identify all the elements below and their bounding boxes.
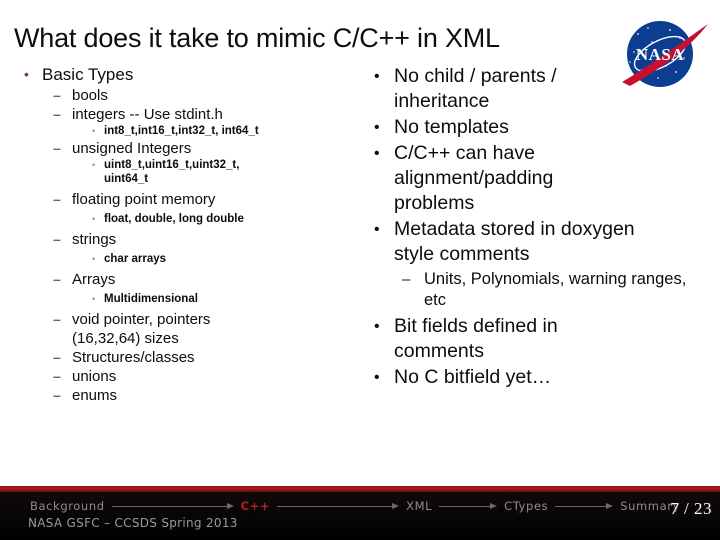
nav-arrow-icon bbox=[439, 501, 498, 511]
nav-arrow-icon bbox=[555, 501, 614, 511]
bullet-dash-icon: – bbox=[53, 271, 61, 287]
bullet-small-dot-icon: • bbox=[92, 214, 96, 224]
list-item: • Basic Types bbox=[10, 64, 350, 85]
bullet-dash-icon: – bbox=[402, 271, 411, 288]
bullet-dot-icon: • bbox=[374, 68, 380, 85]
svg-text:NASA: NASA bbox=[636, 45, 685, 64]
list-item-label: void pointer, pointers (16,32,64) sizes bbox=[72, 311, 211, 347]
list-item: • float, double, long double bbox=[10, 212, 350, 226]
list-item-label: C/C++ can have alignment/padding problem… bbox=[394, 142, 554, 214]
list-item: – unions bbox=[10, 367, 350, 386]
list-item: • No templates bbox=[358, 115, 710, 140]
list-item-label: float, double, long double bbox=[104, 213, 244, 225]
left-content-column: • Basic Types – bools – integers -- Use … bbox=[10, 64, 350, 405]
bullet-dot-icon: • bbox=[374, 318, 380, 335]
section-navigation: Background C++ XML CTypes Summary bbox=[30, 496, 680, 516]
list-item-label: unions bbox=[72, 368, 117, 385]
nav-item-ctypes[interactable]: CTypes bbox=[504, 499, 548, 513]
list-item: • No C bitfield yet… bbox=[358, 365, 710, 390]
list-item: • uint8_t,uint16_t,uint32_t, uint64_t bbox=[10, 158, 239, 186]
list-item: – Structures/classes bbox=[10, 348, 350, 367]
bullet-dash-icon: – bbox=[53, 311, 61, 327]
list-item: – strings bbox=[10, 230, 350, 249]
list-item-label: floating point memory bbox=[72, 191, 216, 208]
bullet-small-dot-icon: • bbox=[92, 254, 96, 264]
bullet-dot-icon: • bbox=[374, 369, 380, 386]
nav-item-cpp[interactable]: C++ bbox=[241, 499, 271, 513]
right-content-column: • No child / parents / inheritance • No … bbox=[358, 64, 710, 391]
list-item-label: Arrays bbox=[72, 271, 116, 288]
list-item: – bools bbox=[10, 86, 350, 105]
nav-arrow-icon bbox=[277, 501, 400, 511]
list-item-label: enums bbox=[72, 387, 118, 404]
bullet-dot-icon: • bbox=[24, 66, 29, 82]
list-item: – unsigned Integers bbox=[10, 139, 350, 158]
list-item-label: No child / parents / inheritance bbox=[394, 65, 557, 112]
list-item: – void pointer, pointers (16,32,64) size… bbox=[10, 310, 240, 348]
page-number: 7 / 23 bbox=[670, 499, 712, 518]
bullet-dash-icon: – bbox=[53, 368, 61, 384]
bullet-dash-icon: – bbox=[53, 387, 61, 403]
bullet-small-dot-icon: • bbox=[92, 126, 96, 136]
list-item: – Arrays bbox=[10, 270, 350, 289]
nav-arrow-icon bbox=[111, 501, 234, 511]
list-item-label: No templates bbox=[394, 116, 509, 138]
bullet-dash-icon: – bbox=[53, 87, 61, 103]
list-item-label: Multidimensional bbox=[104, 293, 198, 305]
list-item-label: No C bitfield yet… bbox=[394, 366, 552, 388]
list-item-label: bools bbox=[72, 87, 108, 104]
list-item: – integers -- Use stdint.h bbox=[10, 105, 350, 124]
list-item: • Bit fields defined in comments bbox=[358, 314, 558, 364]
list-item: – floating point memory bbox=[10, 190, 350, 209]
list-item: • Metadata stored in doxygen style comme… bbox=[358, 217, 678, 267]
slide-canvas: What does it take to mimic C/C++ in XML bbox=[0, 0, 720, 540]
bullet-dash-icon: – bbox=[53, 140, 61, 156]
list-item: – Units, Polynomials, warning ranges, et… bbox=[358, 269, 698, 311]
list-item: – enums bbox=[10, 386, 350, 405]
bullet-dash-icon: – bbox=[53, 191, 61, 207]
list-item-label: strings bbox=[72, 231, 117, 248]
bullet-dot-icon: • bbox=[374, 221, 380, 238]
list-item-label: Bit fields defined in comments bbox=[394, 315, 558, 362]
bullet-dash-icon: – bbox=[53, 106, 61, 122]
bullet-dash-icon: – bbox=[53, 349, 61, 365]
list-item: • No child / parents / inheritance bbox=[358, 64, 628, 114]
nav-item-xml[interactable]: XML bbox=[406, 499, 432, 513]
list-item: • C/C++ can have alignment/padding probl… bbox=[358, 141, 558, 216]
list-item-label: integers -- Use stdint.h bbox=[72, 106, 223, 123]
list-item-label: char arrays bbox=[104, 253, 167, 265]
list-item-label: Basic Types bbox=[42, 65, 134, 84]
list-item-label: int8_t,int16_t,int32_t, int64_t bbox=[104, 125, 259, 137]
bullet-small-dot-icon: • bbox=[92, 294, 96, 304]
left-bullet-list: • Basic Types – bools – integers -- Use … bbox=[10, 64, 350, 405]
right-bullet-list: • No child / parents / inheritance • No … bbox=[358, 64, 710, 390]
footer-subtitle: NASA GSFC – CCSDS Spring 2013 bbox=[28, 516, 238, 530]
bullet-dot-icon: • bbox=[374, 119, 380, 136]
page-title: What does it take to mimic C/C++ in XML bbox=[14, 23, 500, 53]
footer-accent-rule bbox=[0, 486, 720, 492]
list-item-label: uint8_t,uint16_t,uint32_t, uint64_t bbox=[104, 159, 240, 185]
list-item-label: Structures/classes bbox=[72, 349, 195, 366]
bullet-dash-icon: – bbox=[53, 231, 61, 247]
list-item: • Multidimensional bbox=[10, 292, 350, 306]
list-item-label: Units, Polynomials, warning ranges, etc bbox=[424, 270, 687, 309]
list-item-label: Metadata stored in doxygen style comment… bbox=[394, 218, 635, 265]
list-item: • char arrays bbox=[10, 252, 350, 266]
list-item: • int8_t,int16_t,int32_t, int64_t bbox=[10, 124, 350, 138]
bullet-small-dot-icon: • bbox=[92, 160, 96, 170]
slide-footer: Background C++ XML CTypes Summary NASA G… bbox=[0, 486, 720, 540]
bullet-dot-icon: • bbox=[374, 145, 380, 162]
list-item-label: unsigned Integers bbox=[72, 140, 192, 157]
nav-item-background[interactable]: Background bbox=[30, 499, 105, 513]
